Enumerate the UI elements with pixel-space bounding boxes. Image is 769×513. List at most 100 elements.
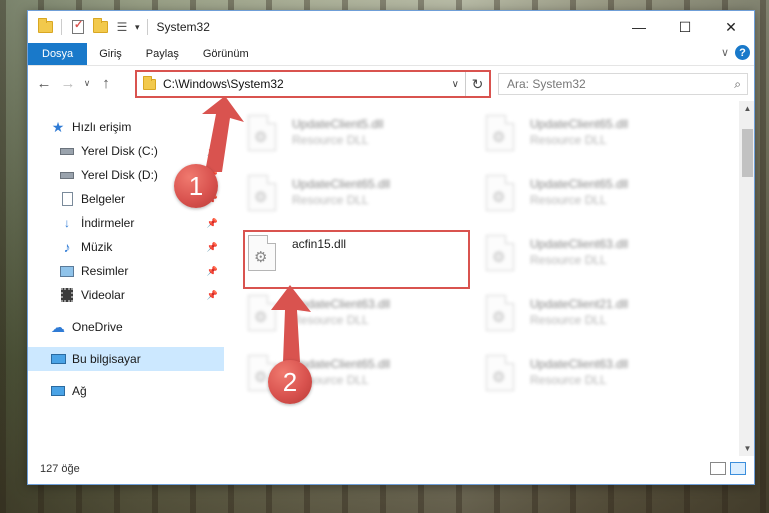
nav-item-downloads[interactable]: ↓ İndirmeler 📌 [28,211,224,235]
properties-icon[interactable] [69,18,87,36]
pin-icon: 📌 [206,145,218,156]
help-icon[interactable]: ? [735,45,750,60]
dll-file-icon: ⚙ [244,293,280,337]
nav-item-videos[interactable]: Videolar 📌 [28,283,224,307]
search-icon: ⌕ [734,77,741,91]
expand-ribbon-icon[interactable]: ∨ [721,46,729,59]
tab-file[interactable]: Dosya [28,43,88,65]
file-name: UpdateClient63.dll [292,297,391,311]
nav-this-pc[interactable]: Bu bilgisayar [28,347,224,371]
file-type: Resource DLL [530,313,607,327]
file-name: UpdateClient21.dll [530,297,629,311]
dll-file-icon: ⚙ [244,113,280,157]
dll-file-icon: ⚙ [482,233,518,277]
nav-label: Resimler [81,264,129,278]
file-list-pane: ⚙ UpdateClient5.dll Resource DLL ⚙ Update… [224,101,754,456]
file-tile[interactable]: ⚙ UpdateClient21.dll Resource DLL [482,293,708,351]
nav-quick-access[interactable]: ★ Hızlı erişim [28,115,224,139]
window-title: System32 [156,20,210,34]
pin-icon: 📌 [206,265,218,276]
folder-icon [143,75,156,90]
nav-label: Belgeler [81,192,126,206]
tab-home[interactable]: Giriş [87,43,134,65]
star-icon: ★ [51,118,65,135]
close-button[interactable]: ✕ [708,11,754,43]
file-name: UpdateClient63.dll [530,357,629,371]
nav-label: Hızlı erişim [72,120,132,134]
item-count: 127 öğe [40,463,80,475]
view-options-icon[interactable]: ☰ [113,18,131,36]
refresh-button[interactable]: ↻ [465,72,489,96]
file-tile[interactable]: ⚙ UpdateClient65.dll Resource DLL [482,113,708,171]
scroll-thumb[interactable] [742,129,753,177]
pictures-icon [59,263,75,279]
file-tile[interactable]: ⚙ UpdateClient65.dll Resource DLL [482,173,708,231]
nav-item-pictures[interactable]: Resimler 📌 [28,259,224,283]
highlight-box [243,230,470,289]
nav-label: Yerel Disk (D:) [81,168,158,182]
search-input[interactable]: Ara: System32 ⌕ [498,73,748,95]
recent-locations-button[interactable]: ∨ [80,78,94,89]
file-name: UpdateClient65.dll [530,177,629,191]
pin-icon: 📌 [206,289,218,300]
file-type: Resource DLL [530,373,607,387]
navigation-pane: ★ Hızlı erişim Yerel Disk (C:) 📌 Yerel D… [28,101,224,456]
address-path[interactable]: C:\Windows\System32 [163,77,284,91]
file-tile[interactable]: ⚙ UpdateClient65.dll Resource DLL [244,173,470,231]
documents-icon [59,191,75,207]
step-badge-1: 1 [174,164,218,208]
file-type: Resource DLL [292,313,369,327]
scroll-down-icon[interactable]: ▼ [739,444,754,453]
file-tile[interactable]: ⚙ UpdateClient63.dll Resource DLL [482,353,708,411]
address-row: ← → ∨ ↑ C:\Windows\System32 ∨ ↻ Ara: Sys… [28,65,754,101]
file-type: Resource DLL [292,193,369,207]
nav-network[interactable]: Ağ [28,379,224,403]
address-dropdown-icon[interactable]: ∨ [452,79,459,90]
minimize-button[interactable]: — [616,11,662,43]
view-toggle [710,462,746,475]
maximize-button[interactable]: ☐ [662,11,708,43]
downloads-icon: ↓ [64,216,70,230]
nav-label: Müzik [81,240,113,254]
file-type: Resource DLL [530,133,607,147]
tiles-view-icon[interactable] [730,462,746,475]
tab-view[interactable]: Görünüm [191,43,261,65]
computer-icon [50,351,66,367]
forward-button[interactable]: → [56,75,80,92]
file-name: UpdateClient63.dll [530,237,629,251]
nav-label: Bu bilgisayar [72,352,141,366]
drive-icon [59,143,75,159]
new-folder-icon[interactable] [91,18,109,36]
ribbon-right-controls: ∨ ? [721,45,750,60]
nav-onedrive[interactable]: ☁ OneDrive [28,315,224,339]
address-bar[interactable]: C:\Windows\System32 ∨ ↻ [135,70,491,98]
folder-icon [36,18,54,36]
file-tile[interactable]: ⚙ UpdateClient5.dll Resource DLL [244,113,470,171]
content-area: ★ Hızlı erişim Yerel Disk (C:) 📌 Yerel D… [28,101,754,456]
step-badge-2: 2 [268,360,312,404]
vertical-scrollbar[interactable]: ▲ ▼ [739,101,754,456]
nav-label: OneDrive [72,320,123,334]
back-button[interactable]: ← [32,75,56,92]
up-button[interactable]: ↑ [94,75,118,92]
nav-item-drive-c[interactable]: Yerel Disk (C:) 📌 [28,139,224,163]
customize-toolbar-icon[interactable]: ▾ [135,22,140,33]
file-tile[interactable]: ⚙ UpdateClient63.dll Resource DLL [244,293,470,351]
divider [61,19,62,35]
file-tile[interactable]: ⚙ UpdateClient63.dll Resource DLL [482,233,708,291]
scroll-up-icon[interactable]: ▲ [739,104,754,113]
nav-item-music[interactable]: ♪ Müzik 📌 [28,235,224,259]
details-view-icon[interactable] [710,462,726,475]
nav-label: Ağ [72,384,87,398]
pin-icon: 📌 [206,241,218,252]
file-name: UpdateClient65.dll [292,177,391,191]
quick-access-toolbar: ☰ ▾ [28,18,151,36]
ribbon-tabs: Dosya Giriş Paylaş Görünüm ∨ ? [28,43,754,65]
dll-file-icon: ⚙ [482,353,518,397]
cloud-icon: ☁ [51,318,65,335]
videos-icon [59,287,75,303]
tab-share[interactable]: Paylaş [134,43,191,65]
dll-file-icon: ⚙ [244,173,280,217]
search-placeholder: Ara: System32 [507,77,586,91]
divider [146,19,148,35]
